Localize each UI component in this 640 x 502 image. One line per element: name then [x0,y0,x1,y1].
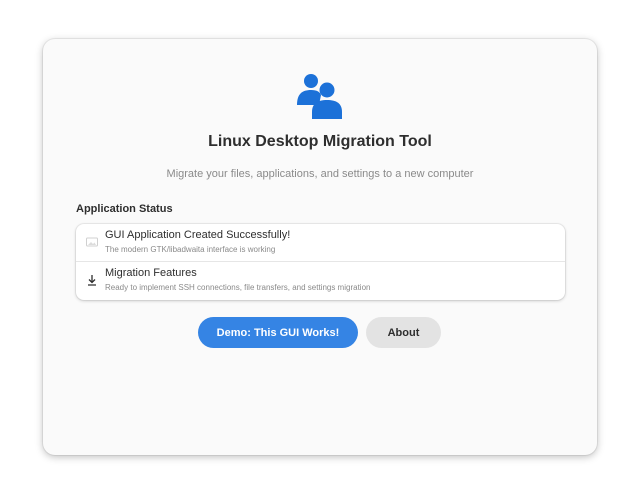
status-list: GUI Application Created Successfully! Th… [76,224,565,300]
list-item-title: GUI Application Created Successfully! [105,229,291,241]
page-title: Linux Desktop Migration Tool [208,133,432,150]
image-placeholder-icon [86,237,98,247]
demo-button[interactable]: Demo: This GUI Works! [198,317,358,348]
list-item: Migration Features Ready to implement SS… [76,261,565,299]
list-item-subtitle: Ready to implement SSH connections, file… [105,283,371,292]
about-button[interactable]: About [366,317,441,348]
users-icon [297,74,342,119]
list-item-title: Migration Features [105,267,197,279]
status-heading: Application Status [76,203,173,215]
list-item: GUI Application Created Successfully! Th… [76,224,565,261]
list-item-subtitle: The modern GTK/libadwaita interface is w… [105,245,276,254]
page-subtitle: Migrate your files, applications, and se… [166,168,474,180]
download-icon [88,275,96,286]
main-window: Linux Desktop Migration Tool Migrate you… [43,39,597,455]
